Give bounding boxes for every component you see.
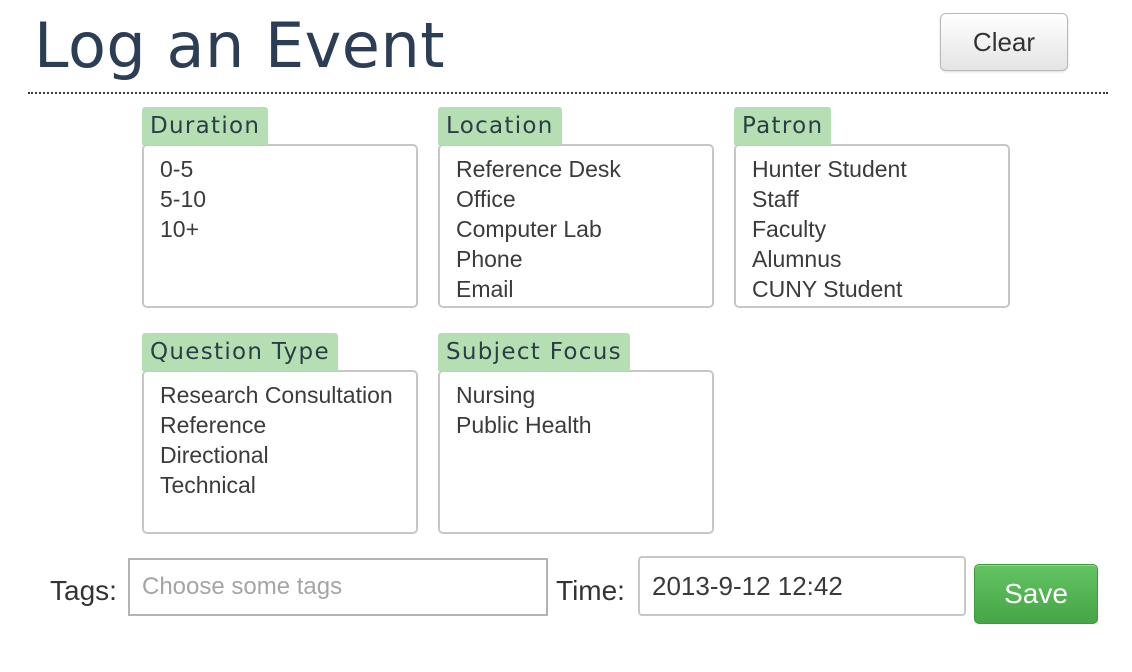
patron-label: Patron	[734, 107, 832, 145]
question-type-list[interactable]: Research Consultation Reference Directio…	[142, 370, 418, 534]
header-divider	[28, 92, 1108, 94]
location-list[interactable]: Reference Desk Office Computer Lab Phone…	[438, 144, 714, 308]
clear-button[interactable]: Clear	[940, 13, 1068, 71]
save-button[interactable]: Save	[974, 564, 1098, 624]
duration-group: Duration 0-5 5-10 10+	[142, 107, 422, 308]
page-title: Log an Event	[34, 9, 446, 82]
location-label: Location	[438, 107, 562, 145]
tags-input[interactable]	[128, 558, 548, 616]
list-item[interactable]: 10+	[160, 214, 416, 244]
list-item[interactable]: Public Health	[456, 410, 712, 440]
list-item[interactable]: Reference Desk	[456, 154, 712, 184]
subject-focus-group: Subject Focus Nursing Public Health	[438, 333, 718, 534]
log-event-page: Log an Event Clear Duration 0-5 5-10 10+…	[0, 0, 1132, 672]
list-item[interactable]: Email	[456, 274, 712, 304]
location-group: Location Reference Desk Office Computer …	[438, 107, 718, 308]
list-item[interactable]: Staff	[752, 184, 1008, 214]
list-item[interactable]: Phone	[456, 244, 712, 274]
list-item[interactable]: CUNY Student	[752, 274, 1008, 304]
time-input[interactable]	[638, 556, 966, 616]
list-item[interactable]: Technical	[160, 470, 416, 500]
subject-focus-label: Subject Focus	[438, 333, 630, 371]
patron-list[interactable]: Hunter Student Staff Faculty Alumnus CUN…	[734, 144, 1010, 308]
duration-list[interactable]: 0-5 5-10 10+	[142, 144, 418, 308]
list-item[interactable]: Hunter Student	[752, 154, 1008, 184]
list-item[interactable]: Faculty	[752, 214, 1008, 244]
time-label: Time:	[556, 575, 625, 606]
duration-label: Duration	[142, 107, 269, 145]
list-item[interactable]: Reference	[160, 410, 416, 440]
question-type-label: Question Type	[142, 333, 338, 371]
list-item[interactable]: Alumnus	[752, 244, 1008, 274]
list-item[interactable]: Directional	[160, 440, 416, 470]
list-item[interactable]: Computer Lab	[456, 214, 712, 244]
question-type-group: Question Type Research Consultation Refe…	[142, 333, 422, 534]
patron-group: Patron Hunter Student Staff Faculty Alum…	[734, 107, 1014, 308]
list-item[interactable]: Research Consultation	[160, 380, 416, 410]
list-item[interactable]: Office	[456, 184, 712, 214]
subject-focus-list[interactable]: Nursing Public Health	[438, 370, 714, 534]
list-item[interactable]: 5-10	[160, 184, 416, 214]
list-item[interactable]: Nursing	[456, 380, 712, 410]
list-item[interactable]: 0-5	[160, 154, 416, 184]
tags-label: Tags:	[50, 575, 117, 606]
